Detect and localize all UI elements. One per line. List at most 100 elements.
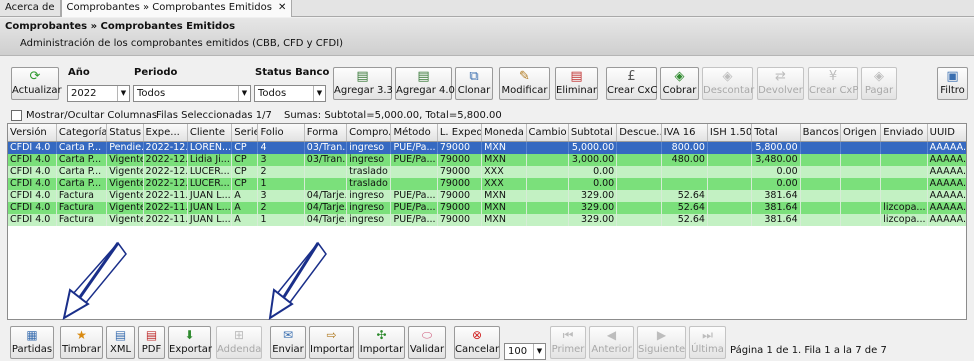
table-cell: A: [231, 213, 259, 226]
table-cell: CFDI 4.0: [8, 141, 57, 154]
actualizar-button[interactable]: ⟳ Actualizar: [11, 67, 62, 100]
column-header[interactable]: Forma: [304, 124, 348, 142]
page-subtitle: Administración de los comprobantes emiti…: [20, 38, 344, 49]
page-size-select[interactable]: 100 ▼: [504, 343, 546, 360]
tab-acerca-de[interactable]: Acerca de: [0, 0, 61, 17]
table-cell: [707, 213, 753, 226]
column-header[interactable]: Versión: [8, 124, 57, 142]
crear-cxp-button[interactable]: ¥ Crear CxP: [808, 67, 858, 100]
devolver-button[interactable]: ⇄ Devolver: [757, 67, 804, 100]
descontar-button[interactable]: ◈ Descontar: [702, 67, 754, 100]
table-cell: [616, 153, 662, 166]
table-row[interactable]: CFDI 4.0Carta P...Pendie...2022-12...LOR…: [8, 141, 966, 154]
table-cell: [526, 177, 569, 190]
add-document-icon: ▤: [356, 69, 369, 84]
xml-button[interactable]: ▤ XML: [106, 326, 135, 359]
pdf-button[interactable]: ▤ PDF: [138, 326, 165, 359]
table-cell: 2022-11...: [143, 189, 188, 202]
timbrar-button[interactable]: ★ Timbrar: [60, 326, 103, 359]
enviar-button[interactable]: ✉ Enviar: [270, 326, 306, 359]
table-cell: [661, 177, 708, 190]
table-cell: 2: [257, 165, 305, 178]
cancelar-button[interactable]: ⊗ Cancelar: [454, 326, 500, 359]
table-cell: 03/Tran...: [304, 153, 348, 166]
crear-cxc-button[interactable]: £ Crear CxC: [606, 67, 657, 100]
table-cell: MXN: [481, 201, 527, 214]
column-header[interactable]: Cliente: [187, 124, 233, 142]
validar-button[interactable]: ⬭ Validar: [408, 326, 446, 359]
modificar-button[interactable]: ✎ Modificar: [499, 67, 550, 100]
yen-icon: ¥: [828, 69, 838, 84]
pagar-button[interactable]: ◈ Pagar: [861, 67, 897, 100]
sumas-label: Sumas: Subtotal=5,000.00, Total=5,800.00: [284, 110, 502, 121]
cobrar-button[interactable]: ◈ Cobrar: [660, 67, 699, 100]
column-header[interactable]: Descue...: [616, 124, 662, 142]
agregar-33-button[interactable]: ▤ Agregar 3.3: [333, 67, 393, 100]
table-cell: 79000: [437, 177, 483, 190]
ultima-button[interactable]: ⏭ Última: [689, 326, 726, 359]
table-cell: 52.64: [661, 189, 708, 202]
column-header[interactable]: Categoría: [56, 124, 108, 142]
addenda-button[interactable]: ⊞ Addenda: [216, 326, 262, 359]
partidas-button[interactable]: ▦ Partidas: [10, 326, 54, 359]
status-banco-select[interactable]: Todos ▼: [254, 85, 326, 102]
tab-comprobantes-emitidos[interactable]: Comprobantes » Comprobantes Emitidos ✕: [60, 0, 293, 17]
column-header[interactable]: Bancos: [800, 124, 841, 142]
clonar-button[interactable]: ⧉ Clonar: [455, 67, 493, 100]
column-header[interactable]: Serie: [231, 124, 259, 142]
eliminar-button[interactable]: ▤ Eliminar: [555, 67, 598, 100]
table-cell: Factura: [56, 189, 108, 202]
table-cell: MXN: [481, 189, 527, 202]
column-header[interactable]: Total: [751, 124, 801, 142]
column-header[interactable]: Moneda: [481, 124, 527, 142]
table-cell: 04/Tarje...: [304, 201, 348, 214]
table-row[interactable]: CFDI 4.0FacturaVigente2022-11...JUAN L..…: [8, 213, 966, 226]
column-header[interactable]: Cambio: [526, 124, 569, 142]
mostrar-columnas-label: Mostrar/Ocultar Columnas: [26, 110, 158, 121]
filtro-button[interactable]: ▣ Filtro: [937, 67, 968, 100]
column-header[interactable]: Status: [106, 124, 144, 142]
table-cell: PUE/Pa...: [390, 189, 438, 202]
table-cell: lizcopa...: [880, 213, 928, 226]
table-row[interactable]: CFDI 4.0FacturaVigente2022-11...JUAN L..…: [8, 201, 966, 214]
table-cell: Carta P...: [56, 177, 108, 190]
table-row[interactable]: CFDI 4.0Carta P...Vigente2022-12...LUCER…: [8, 177, 966, 190]
column-header[interactable]: Enviado: [880, 124, 928, 142]
primer-button[interactable]: ⏮ Primer: [550, 326, 586, 359]
siguiente-button[interactable]: ▶ Siguiente: [637, 326, 686, 359]
column-header[interactable]: UUID: [927, 124, 966, 142]
column-header[interactable]: Folio: [257, 124, 305, 142]
comprobantes-table[interactable]: Versión Categoría Status Expe... Cliente Seri…: [7, 123, 967, 320]
column-header[interactable]: Origen: [840, 124, 882, 142]
periodo-select[interactable]: Todos ▼: [133, 85, 251, 102]
table-cell: CFDI 4.0: [8, 189, 57, 202]
column-header[interactable]: Método: [390, 124, 438, 142]
table-row[interactable]: CFDI 4.0Carta P...Vigente2022-12...LUCER…: [8, 165, 966, 178]
table-cell: Carta P...: [56, 165, 108, 178]
previous-page-icon: ◀: [606, 328, 617, 342]
column-header[interactable]: Expe...: [143, 124, 188, 142]
close-icon[interactable]: ✕: [278, 2, 286, 13]
column-header[interactable]: L. Exped...: [437, 124, 483, 142]
table-cell: [526, 141, 569, 154]
table-cell: 1: [257, 213, 305, 226]
anterior-button[interactable]: ◀ Anterior: [589, 326, 634, 359]
money-icon: ◈: [674, 69, 685, 84]
column-header[interactable]: IVA 16: [661, 124, 708, 142]
table-row[interactable]: CFDI 4.0Carta P...Vigente2022-12...Lidia…: [8, 153, 966, 166]
periodo-label: Periodo: [134, 67, 178, 78]
table-cell: 0.00: [568, 165, 618, 178]
table-cell: 381.64: [751, 189, 801, 202]
agregar-40-button[interactable]: ▤ Agregar 4.0: [395, 67, 455, 100]
table-cell: 0.00: [751, 177, 801, 190]
exportar-button[interactable]: ⬇ Exportar: [168, 326, 212, 359]
column-header[interactable]: Subtotal: [568, 124, 618, 142]
table-row[interactable]: CFDI 4.0FacturaVigente2022-11...JUAN L..…: [8, 189, 966, 202]
importar-masivo-button[interactable]: ✣ Importar: [358, 326, 405, 359]
anio-select[interactable]: 2022 ▼: [67, 85, 130, 102]
mostrar-columnas-checkbox[interactable]: [11, 110, 22, 121]
column-header[interactable]: Compro...: [346, 124, 392, 142]
table-cell: 04/Tarje...: [304, 189, 348, 202]
importar-button[interactable]: ⇨ Importar: [309, 326, 354, 359]
column-header[interactable]: ISH 1.50: [707, 124, 753, 142]
